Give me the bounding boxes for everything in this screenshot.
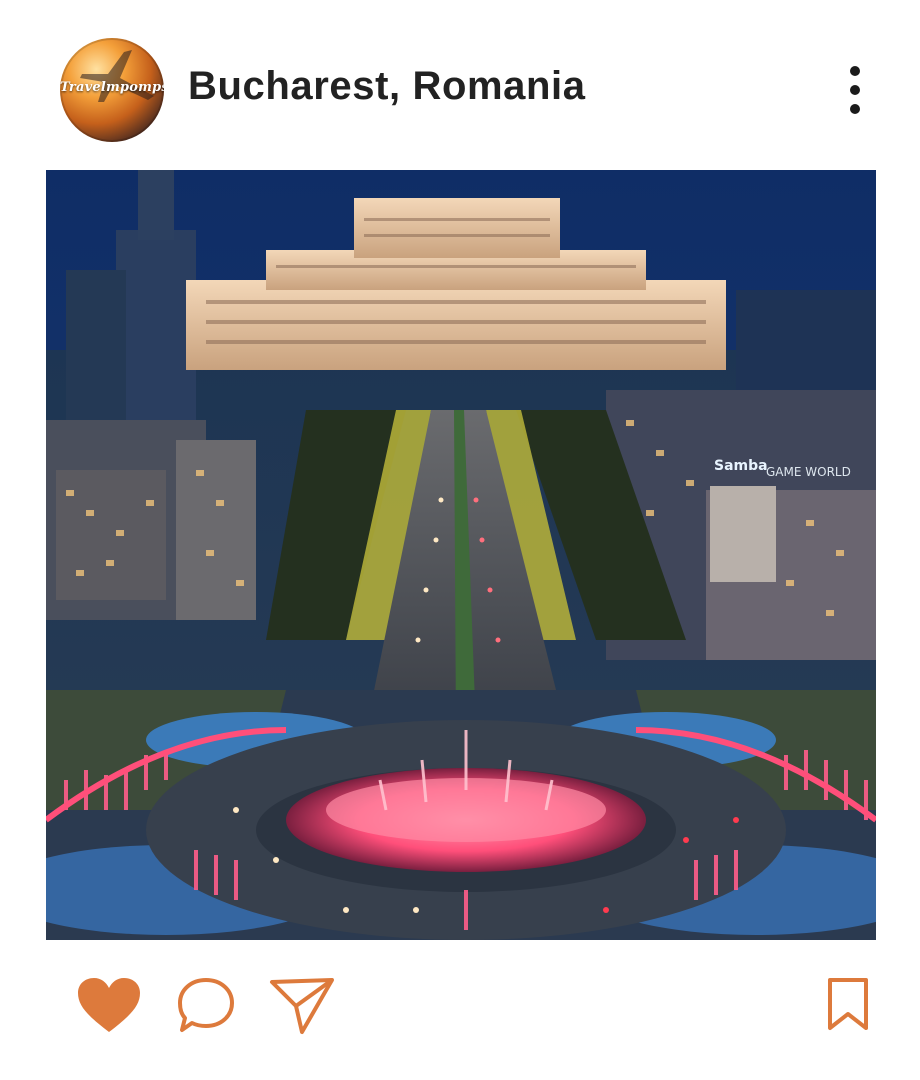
avatar-logo-text: Travelmpomps: [60, 80, 164, 95]
more-options-icon: [850, 66, 860, 76]
save-button[interactable]: [822, 974, 874, 1036]
sign-samba: Samba: [714, 458, 768, 474]
like-button[interactable]: [76, 976, 142, 1034]
profile-avatar[interactable]: Travelmpomps: [60, 38, 164, 142]
send-icon: [270, 978, 334, 1034]
airplane-icon: [80, 50, 154, 102]
comment-button[interactable]: [174, 974, 238, 1036]
city-night-photo: Samba GAME WORLD: [46, 170, 876, 940]
more-options-icon: [850, 104, 860, 114]
post-location[interactable]: Bucharest, Romania: [188, 64, 586, 109]
sign-game-world: GAME WORLD: [766, 465, 851, 479]
more-options-button[interactable]: [836, 66, 874, 114]
post-header: Travelmpomps Bucharest, Romania: [0, 0, 920, 170]
post-actions-bar: [0, 960, 920, 1050]
comment-icon: [178, 978, 234, 1032]
more-options-icon: [850, 85, 860, 95]
bookmark-icon: [828, 978, 868, 1030]
heart-icon: [78, 978, 140, 1032]
post-photo[interactable]: Samba GAME WORLD: [46, 170, 876, 940]
share-button[interactable]: [268, 974, 338, 1036]
